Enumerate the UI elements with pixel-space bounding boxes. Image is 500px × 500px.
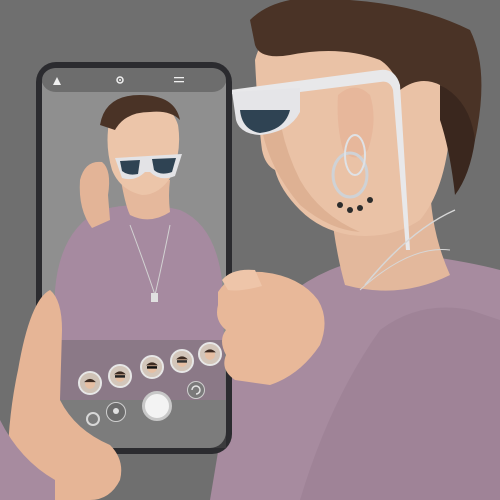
- app-logo-icon[interactable]: [52, 76, 62, 88]
- face-filter-5[interactable]: [198, 342, 222, 366]
- gear-icon[interactable]: [115, 75, 125, 87]
- face-filter-2[interactable]: [108, 364, 132, 388]
- flip-camera-icon[interactable]: [187, 381, 205, 399]
- face-filter-1[interactable]: [78, 371, 102, 395]
- menu-icon[interactable]: [174, 76, 184, 86]
- ar-tryon-scene: [0, 0, 500, 500]
- face-filter-3[interactable]: [140, 355, 164, 379]
- shutter-button[interactable]: [142, 391, 172, 421]
- record-icon[interactable]: [86, 412, 100, 426]
- face-filter-4[interactable]: [170, 349, 194, 373]
- gallery-icon[interactable]: [106, 402, 126, 422]
